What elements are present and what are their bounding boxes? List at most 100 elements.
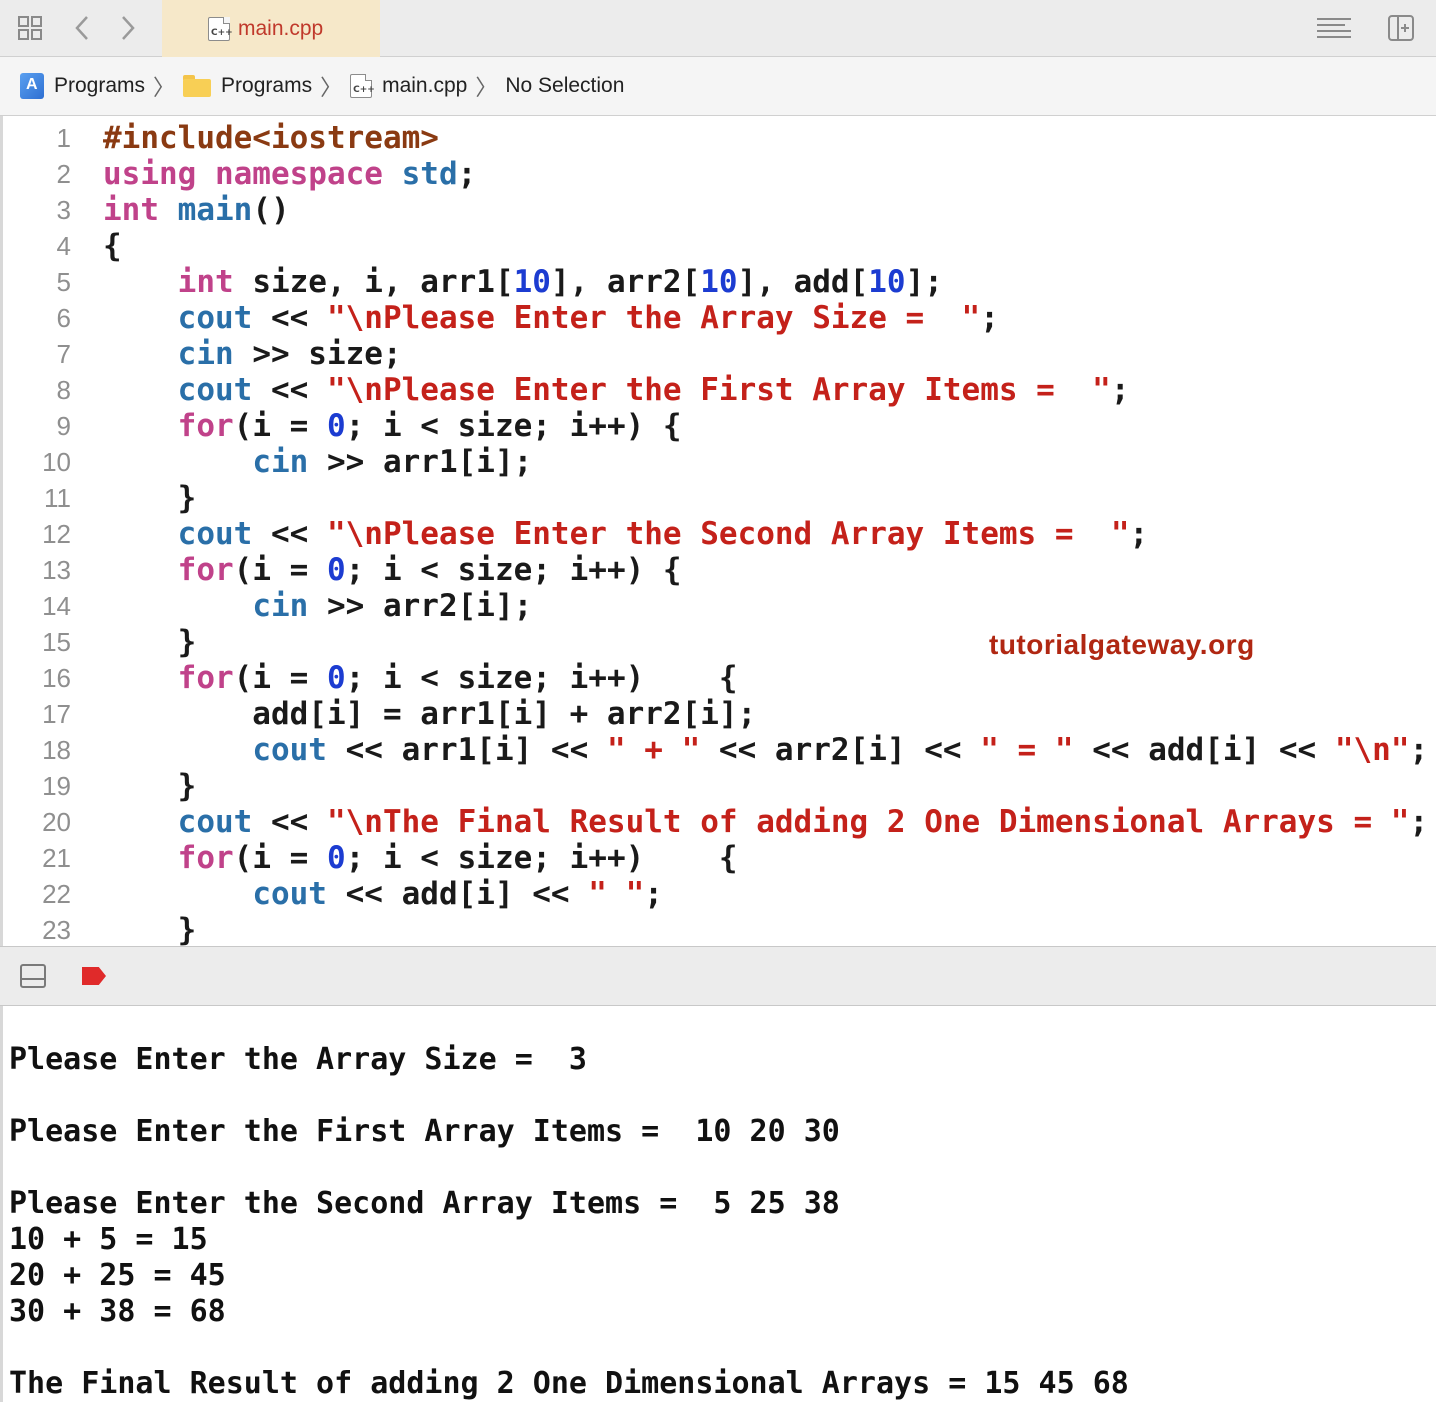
code-token: ;: [1129, 516, 1149, 552]
code-token: ], arr2[: [550, 264, 701, 300]
code-text: int main(): [103, 192, 290, 228]
code-line[interactable]: 22 cout << add[i] << " ";: [3, 876, 1436, 912]
line-number: 17: [42, 699, 71, 729]
tab-main-cpp[interactable]: C++ main.cpp: [162, 0, 380, 57]
editor-options-icon[interactable]: [1314, 14, 1354, 42]
line-number: 3: [56, 195, 71, 225]
code-token: cin: [177, 336, 234, 372]
code-line[interactable]: 20 cout << "\nThe Final Result of adding…: [3, 804, 1436, 840]
console-line: 10 + 5 = 15: [9, 1222, 208, 1257]
code-token: ; i < size; i++) {: [345, 660, 738, 696]
console-line: Please Enter the Array Size = 3: [9, 1042, 587, 1077]
chevron-right-icon: 〉: [153, 75, 176, 100]
code-text: cout << "\nPlease Enter the First Array …: [103, 372, 1130, 408]
code-token: std: [401, 156, 458, 192]
breadcrumb-file[interactable]: C++ main.cpp: [350, 74, 467, 98]
code-line[interactable]: 7 cin >> size;: [3, 336, 1436, 372]
code-line[interactable]: 2 using namespace std;: [3, 156, 1436, 192]
code-text: for(i = 0; i < size; i++) {: [103, 660, 738, 696]
code-token: (i =: [233, 552, 327, 588]
code-line[interactable]: 11 }: [3, 480, 1436, 516]
back-chevron-icon[interactable]: [70, 14, 94, 42]
code-token: >> size;: [233, 336, 402, 372]
line-number: 16: [42, 663, 71, 693]
code-line[interactable]: 15 }: [3, 624, 1436, 660]
code-token: <<: [252, 300, 327, 336]
code-token: << arr1[i] <<: [326, 732, 607, 768]
code-line[interactable]: 16 for(i = 0; i < size; i++) {: [3, 660, 1436, 696]
code-token: << add[i] <<: [326, 876, 589, 912]
line-number: 2: [56, 159, 71, 189]
code-line[interactable]: 4{: [3, 228, 1436, 264]
code-token: ;: [644, 876, 663, 912]
code-token: (): [252, 192, 290, 228]
line-number: 13: [42, 555, 71, 585]
code-token: cin: [252, 588, 309, 624]
code-text: using namespace std;: [103, 156, 476, 192]
code-token: }: [103, 912, 197, 946]
code-text: }: [103, 624, 197, 660]
code-line[interactable]: 12 cout << "\nPlease Enter the Second Ar…: [3, 516, 1436, 552]
code-line[interactable]: 8 cout << "\nPlease Enter the First Arra…: [3, 372, 1436, 408]
code-token: (i =: [233, 408, 327, 444]
console-output[interactable]: Please Enter the Array Size = 3 Please En…: [0, 1006, 1436, 1402]
code-line[interactable]: 13 for(i = 0; i < size; i++) {: [3, 552, 1436, 588]
toggle-debug-area-icon[interactable]: [20, 964, 46, 988]
code-token: size, i, arr1[: [233, 264, 514, 300]
code-token: for: [177, 660, 234, 696]
code-token: ;: [457, 156, 477, 192]
code-line[interactable]: 1 #include<iostream>: [3, 120, 1436, 156]
line-number: 23: [42, 915, 71, 945]
breadcrumb-project[interactable]: Programs: [20, 73, 145, 99]
code-line[interactable]: 17 add[i] = arr1[i] + arr2[i];: [3, 696, 1436, 732]
console-line: Please Enter the Second Array Items = 5 …: [9, 1186, 840, 1221]
code-text: }: [103, 768, 197, 804]
split-editor-icon[interactable]: [1386, 14, 1416, 42]
line-number: 14: [42, 591, 71, 621]
line-number: 21: [42, 843, 71, 873]
line-number: 5: [56, 267, 71, 297]
code-line[interactable]: 23 }: [3, 912, 1436, 946]
code-line[interactable]: 9 for(i = 0; i < size; i++) {: [3, 408, 1436, 444]
code-text: int size, i, arr1[10], arr2[10], add[10]…: [103, 264, 943, 300]
code-line[interactable]: 14 cin >> arr2[i];: [3, 588, 1436, 624]
code-token: 10: [700, 264, 738, 300]
code-token: cout: [177, 804, 253, 840]
console-line: 30 + 38 = 68: [9, 1294, 226, 1329]
cpp-file-icon: C++: [208, 16, 233, 41]
code-line[interactable]: 3 int main(): [3, 192, 1436, 228]
breadcrumb-file-label: main.cpp: [382, 74, 468, 97]
forward-chevron-icon[interactable]: [116, 14, 140, 42]
code-line[interactable]: 21 for(i = 0; i < size; i++) {: [3, 840, 1436, 876]
code-text: cin >> arr2[i];: [103, 588, 532, 624]
code-line[interactable]: 18 cout << arr1[i] << " + " << arr2[i] <…: [3, 732, 1436, 768]
code-editor[interactable]: tutorialgateway.org 1 #include<iostream> 2…: [0, 116, 1436, 946]
code-token: " ": [588, 876, 645, 912]
code-token: "\nPlease Enter the Array Size = ": [326, 300, 981, 336]
code-token: ], add[: [737, 264, 869, 300]
code-token: ];: [905, 264, 943, 300]
code-line[interactable]: 10 cin >> arr1[i];: [3, 444, 1436, 480]
code-token: cin: [252, 444, 309, 480]
code-line[interactable]: 5 int size, i, arr1[10], arr2[10], add[1…: [3, 264, 1436, 300]
code-line[interactable]: 6 cout << "\nPlease Enter the Array Size…: [3, 300, 1436, 336]
code-token: 0: [326, 552, 346, 588]
folder-icon: [183, 75, 212, 97]
breadcrumb-selection[interactable]: No Selection: [505, 74, 624, 98]
breadcrumb-folder[interactable]: Programs: [183, 74, 312, 98]
code-line[interactable]: 19 }: [3, 768, 1436, 804]
grid-icon[interactable]: [16, 14, 44, 42]
breakpoint-toggle-icon[interactable]: [82, 967, 106, 985]
code-token: int: [103, 192, 159, 228]
code-text: {: [103, 228, 122, 264]
code-text: for(i = 0; i < size; i++) {: [103, 840, 738, 876]
